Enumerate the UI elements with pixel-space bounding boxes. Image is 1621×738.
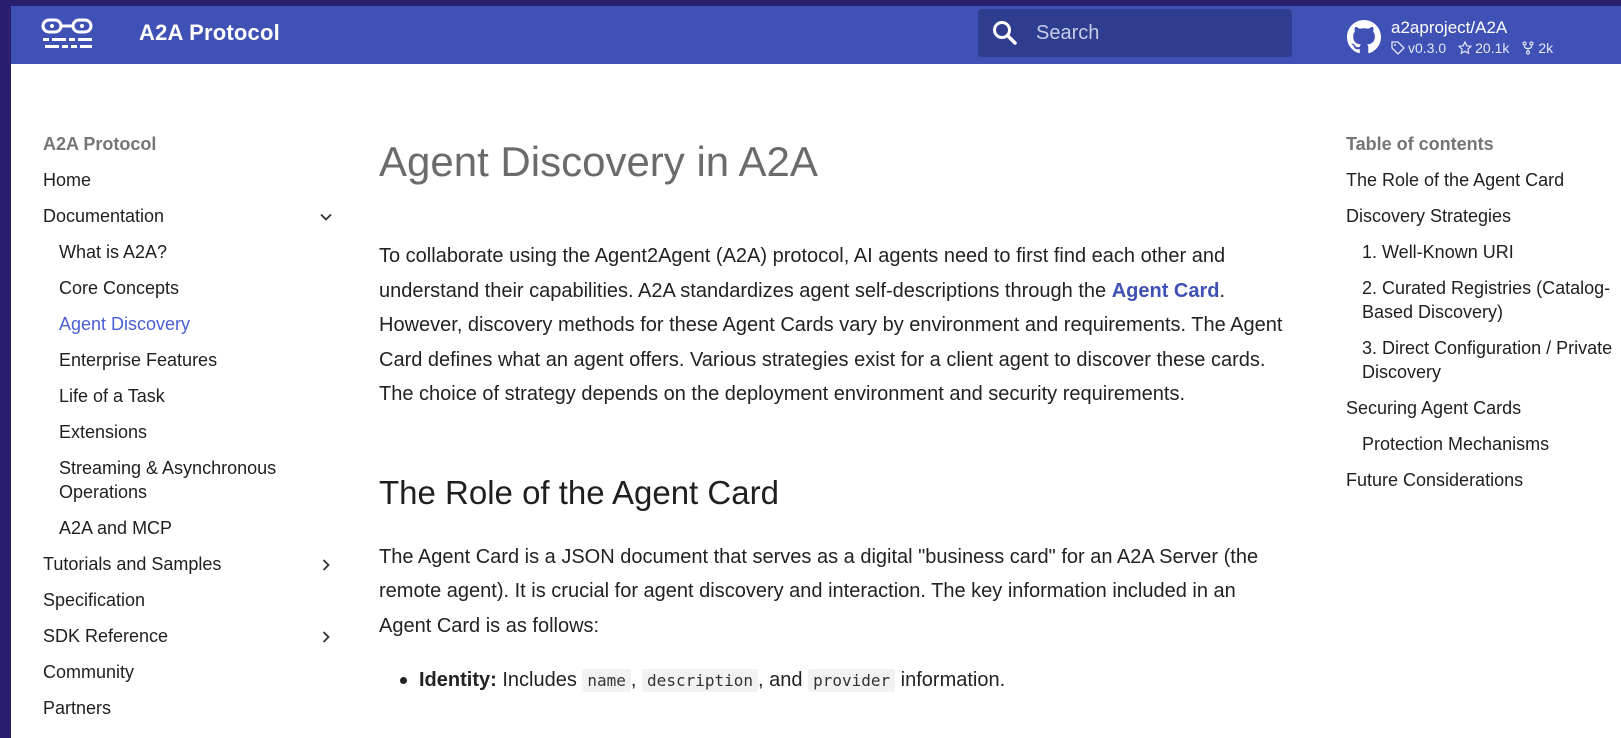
toc-title: Table of contents	[1346, 134, 1494, 154]
sidebar-item-partners[interactable]: Partners	[43, 696, 333, 732]
sidebar-item-extensions[interactable]: Extensions	[43, 420, 333, 456]
code-provider: provider	[808, 669, 896, 692]
sidebar-nav: A2A Protocol Home Documentation What is …	[43, 132, 333, 732]
section-heading: The Role of the Agent Card	[379, 473, 779, 511]
list-item: Identity: Includes name, description, an…	[379, 665, 1289, 696]
chevron-right-icon[interactable]	[319, 558, 333, 572]
agent-card-link[interactable]: Agent Card	[1112, 280, 1220, 302]
sidebar-item-enterprise-features[interactable]: Enterprise Features	[43, 348, 333, 384]
site-title[interactable]: A2A Protocol	[139, 20, 280, 46]
bullet-separator: , and	[758, 669, 809, 691]
toc-item-securing-agent-cards[interactable]: Securing Agent Cards	[1346, 396, 1621, 420]
code-name: name	[582, 669, 631, 692]
chevron-down-icon[interactable]	[319, 210, 333, 224]
sidebar-item-community[interactable]: Community	[43, 660, 333, 696]
bullet-label: Identity:	[419, 669, 497, 691]
repo-stars: 20.1k	[1458, 40, 1509, 56]
intro-text-start: To collaborate using the Agent2Agent (A2…	[379, 245, 1226, 302]
toc-item-curated-registries[interactable]: 2. Curated Registries (Catalog-Based Dis…	[1346, 276, 1621, 324]
sidebar-item-documentation[interactable]: Documentation	[43, 204, 333, 240]
sidebar-item-a2a-and-mcp[interactable]: A2A and MCP	[43, 516, 333, 552]
sidebar-item-what-is-a2a[interactable]: What is A2A?	[43, 240, 333, 276]
search-icon	[992, 20, 1018, 46]
sidebar-item-sdk-reference[interactable]: SDK Reference	[43, 624, 333, 660]
sidebar-item-label: Tutorials and Samples	[43, 554, 222, 574]
main-content: Agent Discovery in A2A To collaborate us…	[379, 134, 1289, 696]
intro-paragraph: To collaborate using the Agent2Agent (A2…	[379, 239, 1289, 412]
toc-item-future-considerations[interactable]: Future Considerations	[1346, 468, 1621, 492]
a2a-logo-icon[interactable]	[41, 16, 95, 52]
table-of-contents: Table of contents The Role of the Agent …	[1346, 132, 1621, 504]
top-header-bar: A2A Protocol Search a2aproject/A2A v0.3.…	[11, 6, 1621, 64]
star-icon	[1458, 41, 1473, 55]
github-repo-link[interactable]: a2aproject/A2A v0.3.0 20.1k 2k	[1347, 14, 1617, 60]
toc-item-direct-configuration[interactable]: 3. Direct Configuration / Private Discov…	[1346, 336, 1621, 384]
repo-version-label: v0.3.0	[1408, 40, 1447, 56]
repo-forks: 2k	[1521, 40, 1553, 56]
sidebar-item-specification[interactable]: Specification	[43, 588, 333, 624]
toc-item-role-of-agent-card[interactable]: The Role of the Agent Card	[1346, 168, 1621, 192]
repo-version: v0.3.0	[1391, 40, 1446, 56]
sidebar-item-agent-discovery[interactable]: Agent Discovery	[43, 312, 333, 348]
repo-facts: v0.3.0 20.1k 2k	[1391, 40, 1553, 56]
sidebar-title[interactable]: A2A Protocol	[43, 132, 333, 168]
bullet-text: Includes	[496, 669, 583, 691]
sidebar-item-home[interactable]: Home	[43, 168, 333, 204]
browser-page: A2A Protocol Search a2aproject/A2A v0.3.…	[11, 6, 1621, 738]
bullet-text-end: information.	[895, 669, 1006, 691]
sidebar-item-label: Documentation	[43, 206, 165, 226]
code-description: description	[642, 669, 759, 692]
chevron-right-icon[interactable]	[319, 630, 333, 644]
repo-stars-label: 20.1k	[1475, 40, 1510, 56]
sidebar-item-tutorials[interactable]: Tutorials and Samples	[43, 552, 333, 588]
section-paragraph: The Agent Card is a JSON document that s…	[379, 545, 1259, 637]
search-box[interactable]: Search	[978, 9, 1292, 57]
toc-item-protection-mechanisms[interactable]: Protection Mechanisms	[1346, 432, 1621, 456]
search-input[interactable]: Search	[1036, 22, 1099, 45]
bullet-dot	[400, 677, 407, 684]
tag-icon	[1391, 41, 1405, 55]
sidebar-item-label: SDK Reference	[43, 626, 169, 646]
repo-name: a2aproject/A2A	[1391, 18, 1508, 37]
page-title: Agent Discovery in A2A	[379, 138, 818, 185]
sidebar-item-core-concepts[interactable]: Core Concepts	[43, 276, 333, 312]
fork-icon	[1522, 41, 1534, 55]
toc-item-well-known-uri[interactable]: 1. Well-Known URI	[1346, 240, 1621, 264]
sidebar-item-streaming[interactable]: Streaming & Asynchronous Operations	[43, 456, 333, 504]
github-icon	[1347, 20, 1381, 54]
toc-item-discovery-strategies[interactable]: Discovery Strategies	[1346, 204, 1621, 228]
repo-forks-label: 2k	[1538, 40, 1554, 56]
sidebar-item-life-of-a-task[interactable]: Life of a Task	[43, 384, 333, 420]
bullet-separator: ,	[630, 669, 643, 691]
